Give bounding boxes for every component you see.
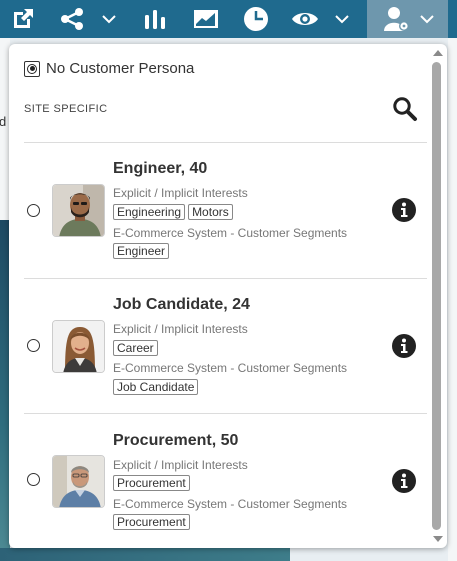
persona-settings-icon <box>383 7 409 31</box>
interest-tags: Career <box>113 340 158 356</box>
segment-tags: Engineer <box>113 243 170 259</box>
segments-label: E-Commerce System - Customer Segments <box>113 361 348 375</box>
interest-tag: Career <box>113 340 158 356</box>
top-toolbar <box>0 0 457 38</box>
interest-tag: Procurement <box>113 475 190 491</box>
open-external-button[interactable] <box>8 0 38 38</box>
bar-chart-button[interactable] <box>140 0 170 38</box>
persona-item-job-candidate[interactable]: Job Candidate, 24 Explicit / Implicit In… <box>9 279 429 413</box>
page-background-text: d <box>0 114 7 129</box>
scroll-down-arrow-icon[interactable] <box>433 536 443 542</box>
persona-item-engineer[interactable]: Engineer, 40 Explicit / Implicit Interes… <box>9 143 429 277</box>
scroll-up-arrow-icon[interactable] <box>433 50 443 56</box>
info-icon[interactable] <box>392 334 416 358</box>
preview-button[interactable] <box>289 0 321 38</box>
eye-icon <box>292 13 318 25</box>
segments-label: E-Commerce System - Customer Segments <box>113 497 348 511</box>
persona-radio[interactable] <box>27 339 40 352</box>
radio-selected-icon <box>27 63 37 74</box>
chevron-down-icon <box>420 15 434 24</box>
interests-label: Explicit / Implicit Interests <box>113 186 248 200</box>
interests-label: Explicit / Implicit Interests <box>113 458 248 472</box>
no-persona-radio[interactable] <box>24 60 40 77</box>
no-persona-label: No Customer Persona <box>46 60 195 77</box>
segment-tags: Job Candidate <box>113 379 199 395</box>
interest-tags: Engineering Motors <box>113 204 233 220</box>
avatar <box>52 184 105 237</box>
page-background-right <box>448 38 457 561</box>
segments-label: E-Commerce System - Customer Segments <box>113 226 348 240</box>
persona-name: Job Candidate, 24 <box>113 296 250 313</box>
chevron-down-icon <box>102 15 116 24</box>
interests-label: Explicit / Implicit Interests <box>113 322 248 336</box>
info-icon[interactable] <box>392 469 416 493</box>
interest-tag: Motors <box>188 204 233 220</box>
scrollbar[interactable] <box>429 44 447 548</box>
persona-item-procurement[interactable]: Procurement, 50 Explicit / Implicit Inte… <box>9 414 429 548</box>
page-background-bottom <box>0 548 290 561</box>
section-heading: SITE SPECIFIC <box>24 103 108 115</box>
persona-radio[interactable] <box>27 473 40 486</box>
persona-radio[interactable] <box>27 204 40 217</box>
bar-chart-icon <box>145 10 165 29</box>
segment-tag: Engineer <box>113 243 170 259</box>
share-icon <box>61 8 83 30</box>
segment-tag: Procurement <box>113 514 190 530</box>
segment-tags: Procurement <box>113 514 190 530</box>
line-chart-button[interactable] <box>191 0 221 38</box>
interest-tags: Procurement <box>113 475 190 491</box>
avatar <box>52 320 105 373</box>
preview-dropdown-toggle[interactable] <box>332 0 352 38</box>
chevron-down-icon <box>335 15 349 24</box>
pie-chart-icon <box>244 7 268 31</box>
persona-name: Engineer, 40 <box>113 160 208 177</box>
external-link-icon <box>14 9 33 28</box>
persona-name: Procurement, 50 <box>113 432 239 449</box>
avatar <box>52 455 105 508</box>
share-dropdown-toggle[interactable] <box>99 0 119 38</box>
persona-selector-button[interactable] <box>367 0 448 38</box>
persona-dropdown: No Customer Persona SITE SPECIFIC Engine… <box>9 44 447 548</box>
search-icon[interactable] <box>392 96 418 122</box>
segment-tag: Job Candidate <box>113 379 199 395</box>
pie-chart-button[interactable] <box>240 0 272 38</box>
share-button[interactable] <box>58 0 86 38</box>
interest-tag: Engineering <box>113 204 186 220</box>
no-persona-option[interactable]: No Customer Persona <box>24 60 194 77</box>
info-icon[interactable] <box>392 198 416 222</box>
line-chart-icon <box>194 10 218 28</box>
scrollbar-thumb[interactable] <box>432 62 441 530</box>
